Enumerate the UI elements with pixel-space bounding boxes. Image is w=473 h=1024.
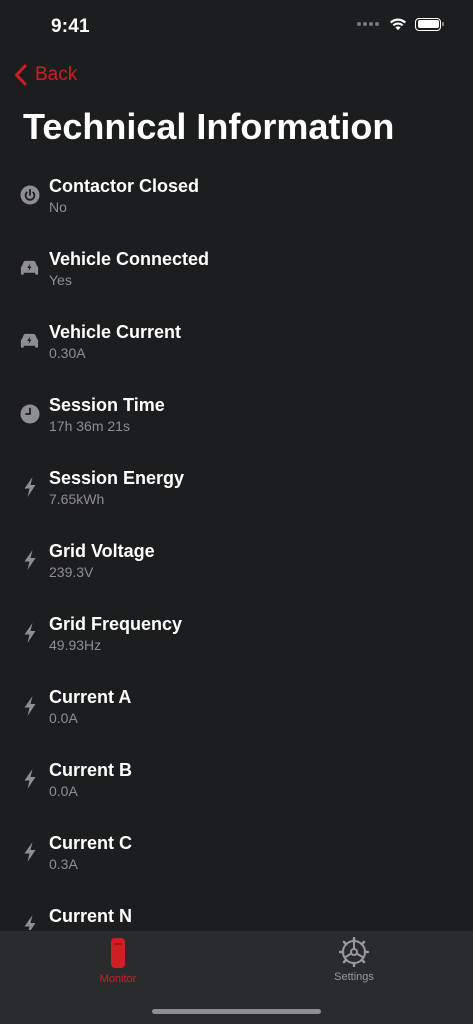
list-item: Grid Frequency 49.93Hz [0, 608, 473, 681]
list-item: Current C 0.3A [0, 827, 473, 900]
list-item-label: Session Energy [49, 468, 185, 488]
page-title: Technical Information [23, 106, 395, 147]
gear-icon [339, 937, 369, 967]
list-item-label: Session Time [49, 395, 165, 415]
tab-settings-label: Settings [334, 971, 374, 983]
status-indicators [357, 17, 444, 31]
list-item-label: Contactor Closed [49, 176, 200, 196]
cellular-signal-icon [357, 22, 379, 26]
list-item-value: 239.3V [49, 564, 94, 580]
technical-info-list[interactable]: Contactor Closed No Vehicle Connected Yes Ve… [0, 170, 473, 930]
list-item-value: 0.30A [49, 345, 86, 361]
list-item: Contactor Closed No [0, 170, 473, 243]
list-item-value: 7.65kWh [49, 491, 105, 507]
list-item: Vehicle Current 0.30A [0, 316, 473, 389]
tab-monitor-label: Monitor [99, 973, 137, 985]
list-item: Session Energy 7.65kWh [0, 462, 473, 535]
list-item-label: Current B [49, 760, 133, 780]
tab-settings[interactable]: Settings [294, 937, 414, 983]
battery-icon [415, 17, 444, 31]
list-item-value: 17h 36m 21s [49, 418, 130, 434]
list-item-value: 0.0A [49, 929, 78, 930]
charger-icon [111, 938, 125, 968]
bolt-icon [19, 622, 40, 643]
list-item-value: 49.93Hz [49, 637, 102, 653]
wifi-icon [390, 18, 406, 31]
list-item-label: Current N [49, 906, 133, 926]
back-label: Back [35, 64, 78, 85]
list-item-label: Grid Voltage [49, 541, 155, 561]
back-button[interactable]: Back [14, 64, 77, 86]
home-indicator [152, 1009, 321, 1014]
list-item-value: Yes [49, 272, 72, 288]
bolt-icon [19, 914, 40, 930]
status-bar: 9:41 [0, 0, 473, 54]
list-item: Current N 0.0A [0, 900, 473, 930]
list-item-label: Grid Frequency [49, 614, 183, 634]
list-item-value: No [49, 199, 67, 215]
bolt-icon [19, 841, 40, 862]
car-charging-icon [19, 330, 40, 351]
car-charging-icon [19, 257, 40, 278]
list-item: Session Time 17h 36m 21s [0, 389, 473, 462]
status-time: 9:41 [51, 16, 90, 37]
list-item-label: Vehicle Current [49, 322, 182, 342]
chevron-left-icon [15, 64, 27, 86]
list-item-label: Vehicle Connected [49, 249, 210, 269]
list-item: Grid Voltage 239.3V [0, 535, 473, 608]
bolt-icon [19, 695, 40, 716]
list-item-label: Current A [49, 687, 132, 707]
power-icon [19, 184, 40, 205]
list-item: Vehicle Connected Yes [0, 243, 473, 316]
list-item: Current A 0.0A [0, 681, 473, 754]
bolt-icon [19, 549, 40, 570]
bolt-icon [19, 476, 40, 497]
list-item-value: 0.0A [49, 710, 78, 726]
clock-icon [19, 403, 40, 424]
list-item-value: 0.3A [49, 856, 78, 872]
list-item: Current B 0.0A [0, 754, 473, 827]
list-item-label: Current C [49, 833, 133, 853]
tab-monitor[interactable]: Monitor [58, 937, 178, 985]
list-item-value: 0.0A [49, 783, 78, 799]
bolt-icon [19, 768, 40, 789]
